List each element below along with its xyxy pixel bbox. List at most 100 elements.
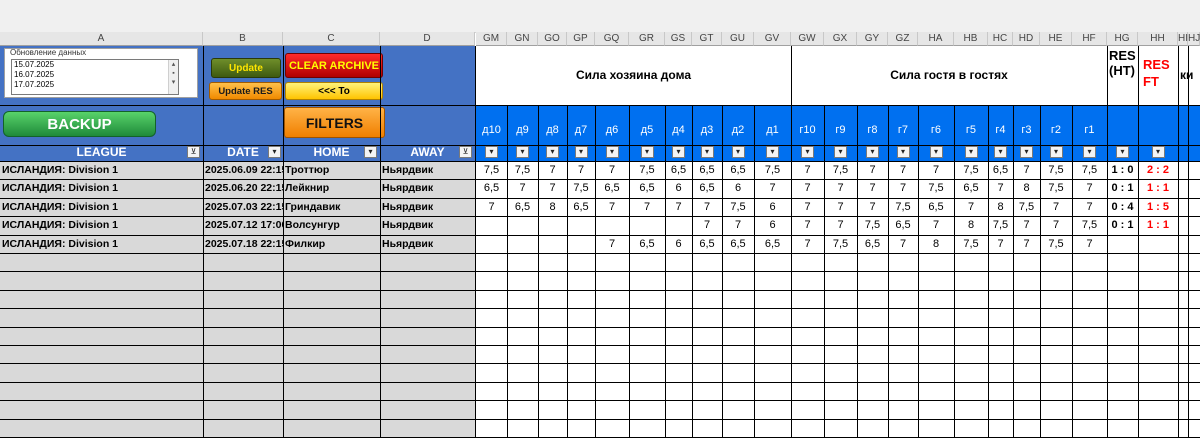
strength-value-cell[interactable]: 7,5 [824,235,857,253]
strength-value-cell[interactable]: 6,5 [722,161,754,179]
strength-value-cell[interactable]: 7 [824,216,857,234]
update-button[interactable]: Update [211,58,281,78]
column-letter-header[interactable]: GO [538,32,567,46]
res-ht-cell[interactable]: 0 : 1 [1107,216,1138,234]
table-cell-away[interactable]: Ньярдвик [380,235,475,253]
strength-value-cell[interactable]: 7 [988,179,1013,197]
column-letter-header[interactable]: GV [754,32,791,46]
column-filter-icon[interactable]: ▾ [1020,146,1033,158]
res-ht-cell[interactable] [1107,235,1138,253]
strength-value-cell[interactable] [476,235,507,253]
strength-value-cell[interactable]: 7 [888,235,918,253]
table-cell-league[interactable]: ИСЛАНДИЯ: Division 1 [0,198,203,216]
strength-value-cell[interactable]: 7,5 [567,179,595,197]
strength-value-cell[interactable]: 7 [824,198,857,216]
strength-value-cell[interactable] [507,216,538,234]
strength-value-cell[interactable]: 7 [692,198,722,216]
column-letter-header[interactable]: GP [567,32,595,46]
res-ht-cell[interactable]: 0 : 1 [1107,179,1138,197]
strength-value-cell[interactable] [629,216,665,234]
strength-value-cell[interactable]: 7,5 [988,216,1013,234]
date-list-item[interactable]: 17.07.2025 [14,80,178,90]
column-filter-icon[interactable]: ▾ [605,146,619,158]
strength-value-cell[interactable]: 7,5 [722,198,754,216]
strength-value-cell[interactable]: 7,5 [1013,198,1040,216]
strength-value-cell[interactable]: 7 [595,235,629,253]
strength-value-cell[interactable] [507,235,538,253]
table-cell-away[interactable]: Ньярдвик [380,161,475,179]
strength-value-cell[interactable]: 7 [824,179,857,197]
column-filter-icon[interactable]: ▾ [1049,146,1063,158]
strength-value-cell[interactable]: 7,5 [629,161,665,179]
strength-value-cell[interactable]: 7,5 [888,198,918,216]
table-cell-league[interactable]: ИСЛАНДИЯ: Division 1 [0,161,203,179]
strength-value-cell[interactable] [476,216,507,234]
table-cell-league[interactable]: ИСЛАНДИЯ: Division 1 [0,235,203,253]
strength-value-cell[interactable]: 7 [567,161,595,179]
column-filter-icon[interactable]: ▾ [1116,146,1129,158]
column-filter-icon[interactable]: ▾ [574,146,588,158]
strength-value-cell[interactable]: 7 [1040,198,1072,216]
column-filter-icon[interactable]: ▾ [485,146,498,158]
strength-value-cell[interactable] [595,216,629,234]
strength-value-cell[interactable]: 7 [918,216,954,234]
table-cell-date[interactable]: 2025.07.12 17:00 [203,216,283,234]
strength-value-cell[interactable]: 6,5 [595,179,629,197]
strength-value-cell[interactable] [567,216,595,234]
strength-value-cell[interactable]: 7 [918,161,954,179]
column-letter-header[interactable]: GZ [888,32,918,46]
strength-value-cell[interactable]: 6,5 [629,235,665,253]
column-letter-header[interactable]: GR [629,32,665,46]
column-letter-header[interactable]: GM [476,32,507,46]
table-cell-home[interactable]: Троттюр [283,161,380,179]
res-ft-cell[interactable]: 1 : 1 [1138,216,1178,234]
res-ft-cell[interactable] [1138,235,1178,253]
strength-value-cell[interactable]: 7 [791,179,824,197]
strength-value-cell[interactable]: 7 [595,161,629,179]
strength-value-cell[interactable]: 7,5 [954,235,988,253]
strength-value-cell[interactable]: 6,5 [888,216,918,234]
strength-value-cell[interactable]: 7 [888,179,918,197]
strength-value-cell[interactable]: 8 [988,198,1013,216]
strength-value-cell[interactable]: 7 [722,216,754,234]
column-letter-header[interactable]: GW [791,32,824,46]
home-filter-icon[interactable]: ▾ [364,146,377,158]
strength-value-cell[interactable]: 6 [665,235,692,253]
column-letter-header[interactable]: HJ [1188,32,1200,46]
date-list-item[interactable]: 15.07.2025 [14,60,178,70]
table-cell-home[interactable]: Лейкнир [283,179,380,197]
column-letter-header[interactable]: C [283,32,380,46]
strength-value-cell[interactable]: 6,5 [988,161,1013,179]
column-letter-header[interactable]: HA [918,32,954,46]
strength-value-cell[interactable]: 6 [722,179,754,197]
column-letter-header[interactable]: GU [722,32,754,46]
strength-value-cell[interactable]: 7 [595,198,629,216]
column-filter-icon[interactable]: ▾ [1151,146,1165,158]
date-list-item[interactable]: 16.07.2025 [14,70,178,80]
strength-value-cell[interactable]: 7,5 [476,161,507,179]
strength-value-cell[interactable] [538,216,567,234]
strength-value-cell[interactable]: 6 [754,216,791,234]
strength-value-cell[interactable]: 7,5 [507,161,538,179]
strength-value-cell[interactable] [567,235,595,253]
table-cell-home[interactable]: Волсунгур [283,216,380,234]
date-listbox[interactable]: 15.07.2025 16.07.2025 17.07.2025 ▴ ▪ ▾ [11,59,179,95]
strength-value-cell[interactable]: 6,5 [722,235,754,253]
table-cell-away[interactable]: Ньярдвик [380,179,475,197]
strength-value-cell[interactable]: 7 [1072,235,1107,253]
strength-value-cell[interactable]: 6,5 [954,179,988,197]
league-filter-icon[interactable]: ⊻ [187,146,200,158]
column-letter-header[interactable]: GX [824,32,857,46]
strength-value-cell[interactable]: 7 [538,179,567,197]
column-filter-icon[interactable]: ▾ [672,146,685,158]
strength-value-cell[interactable]: 6,5 [692,161,722,179]
strength-value-cell[interactable]: 7 [1072,179,1107,197]
strength-value-cell[interactable]: 7 [1040,216,1072,234]
strength-value-cell[interactable]: 7 [476,198,507,216]
strength-value-cell[interactable]: 7 [1013,216,1040,234]
table-cell-home[interactable]: Гриндавик [283,198,380,216]
strength-value-cell[interactable]: 6,5 [692,235,722,253]
column-filter-icon[interactable]: ▾ [516,146,529,158]
column-filter-icon[interactable]: ▾ [834,146,847,158]
column-letter-header[interactable]: GS [665,32,692,46]
